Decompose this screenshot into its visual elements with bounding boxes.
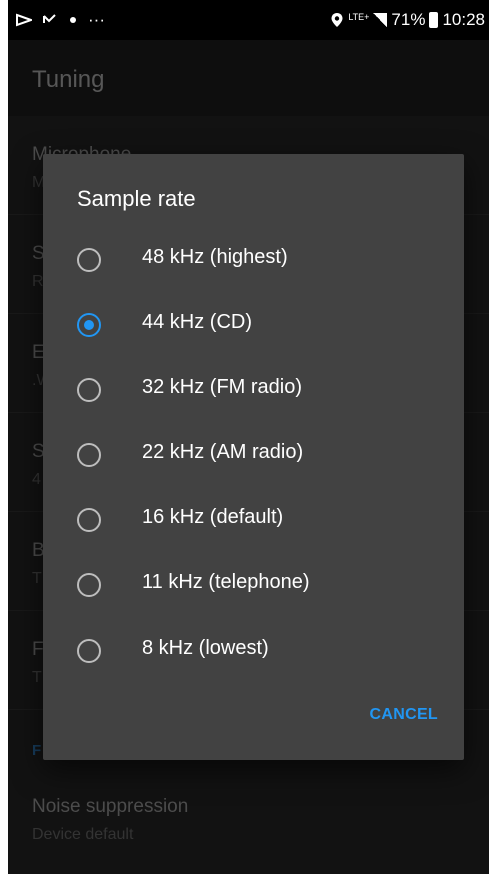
radio-button[interactable] (77, 639, 101, 663)
battery-percent: 71% (391, 10, 426, 29)
option-label: 32 kHz (FM radio) (142, 376, 303, 398)
radio-button[interactable] (77, 378, 101, 402)
option-8khz[interactable]: 8 kHz (lowest) (43, 621, 464, 685)
status-left-icons: ··· (16, 10, 105, 30)
status-bar: ··· LTE+ 71% 10:28 (8, 0, 489, 40)
battery-icon (429, 12, 439, 28)
status-more-indicator: ··· (88, 10, 105, 29)
clock: 10:28 (442, 10, 485, 29)
radio-button[interactable] (77, 508, 101, 532)
option-22khz[interactable]: 22 kHz (AM radio) (43, 425, 464, 489)
option-label: 11 kHz (telephone) (142, 571, 310, 593)
cell-signal-icon (373, 13, 388, 27)
phone-screen: ··· LTE+ 71% 10:28 Tuning Microphone M S… (8, 0, 489, 874)
option-11khz[interactable]: 11 kHz (telephone) (43, 555, 464, 619)
network-type-label: LTE+ (348, 11, 370, 22)
option-32khz[interactable]: 32 kHz (FM radio) (43, 360, 464, 424)
location-icon (331, 13, 343, 27)
missed-call-icon (43, 14, 56, 23)
option-44khz[interactable]: 44 kHz (CD) (43, 295, 464, 359)
signal-strength-icon (16, 13, 32, 27)
option-label: 22 kHz (AM radio) (142, 441, 304, 463)
option-label: 44 kHz (CD) (142, 311, 253, 333)
dot-icon (70, 17, 76, 23)
status-right-icons: LTE+ 71% 10:28 (330, 10, 485, 30)
option-label: 48 kHz (highest) (142, 246, 288, 268)
option-label: 8 kHz (lowest) (142, 637, 269, 659)
radio-button-checked[interactable] (77, 313, 101, 337)
option-48khz[interactable]: 48 kHz (highest) (43, 230, 464, 294)
dialog-title: Sample rate (77, 186, 196, 211)
radio-button[interactable] (77, 248, 101, 272)
sample-rate-dialog: Sample rate 48 kHz (highest) 44 kHz (CD)… (43, 154, 464, 760)
option-label: 16 kHz (default) (142, 506, 284, 528)
cancel-button[interactable]: CANCEL (370, 706, 438, 724)
option-16khz[interactable]: 16 kHz (default) (43, 490, 464, 554)
radio-selected-dot (84, 320, 94, 330)
radio-button[interactable] (77, 443, 101, 467)
radio-button[interactable] (77, 573, 101, 597)
